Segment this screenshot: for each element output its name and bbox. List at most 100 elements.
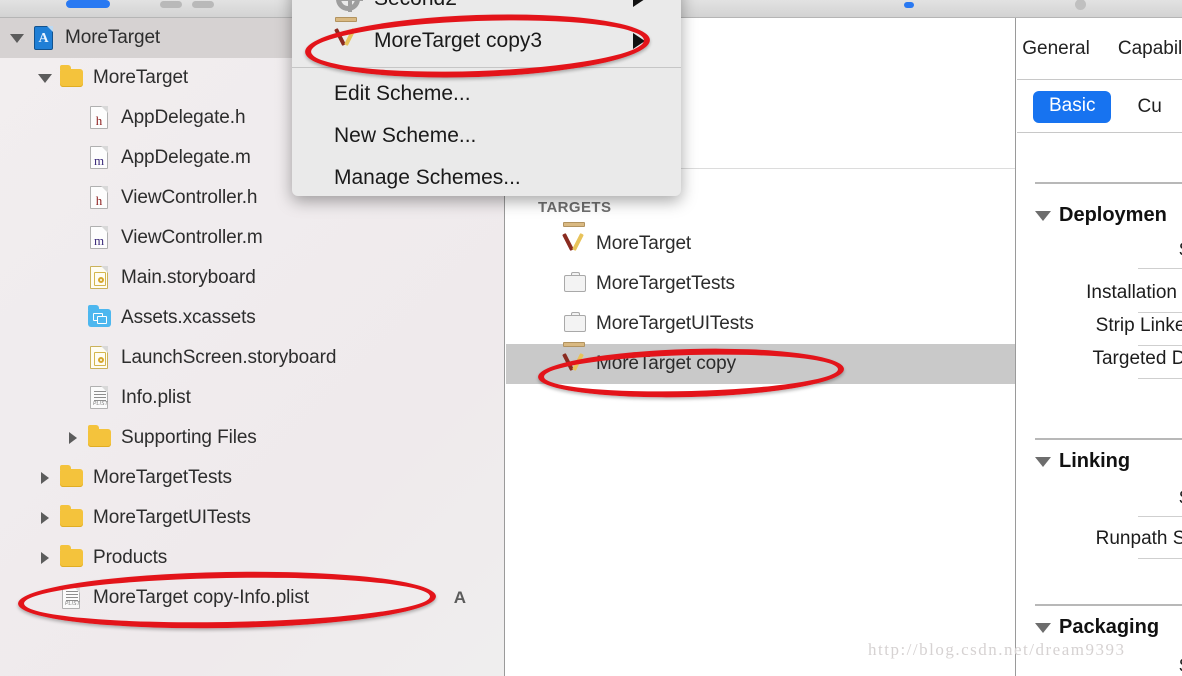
- navigator-row[interactable]: PLIST Info.plist: [0, 378, 504, 418]
- build-settings-filter-bar[interactable]: Basic Cu: [1017, 81, 1182, 133]
- section-title-label: Deploymen: [1059, 204, 1167, 226]
- scheme-chip[interactable]: [192, 1, 214, 8]
- navigator-row-label: Assets.xcassets: [121, 307, 256, 328]
- scheme-menu-action-label: Manage Schemes...: [334, 166, 521, 189]
- navigator-row[interactable]: Products: [0, 538, 504, 578]
- navigator-row-label: MoreTarget copy-Info.plist: [93, 587, 309, 608]
- disclosure-triangle-open-icon[interactable]: [10, 33, 24, 43]
- menu-divider: [292, 67, 681, 68]
- target-row-label: MoreTargetUITests: [596, 313, 754, 334]
- target-row[interactable]: MoreTarget copy: [506, 342, 1015, 384]
- navigator-row[interactable]: MoreTargetTests: [0, 458, 504, 498]
- scheme-dropdown-menu[interactable]: Second2 MoreTarget copy3 Edit Scheme... Ne…: [292, 0, 681, 196]
- disclosure-triangle-icon[interactable]: [1035, 456, 1051, 467]
- target-tool-icon: [334, 17, 364, 55]
- disclosure-triangle-closed-icon[interactable]: [69, 432, 77, 444]
- navigator-row-label: MoreTargetUITests: [93, 507, 251, 528]
- section-linking-title[interactable]: Linking: [1035, 450, 1130, 473]
- storyboard-file-icon: [86, 264, 112, 292]
- scheme-menu-item[interactable]: MoreTarget copy3: [292, 17, 681, 62]
- navigator-row-label: AppDelegate.h: [121, 107, 246, 128]
- field-targeted-device-label: Targeted De: [1092, 348, 1182, 369]
- scheme-menu-item-label: Second2: [374, 0, 457, 11]
- scheme-menu-action[interactable]: Edit Scheme...: [292, 73, 681, 115]
- stop-button[interactable]: [160, 1, 182, 8]
- editor-tabbar[interactable]: General Capabiliti: [1017, 18, 1182, 80]
- target-tool-icon: [562, 222, 588, 258]
- target-row[interactable]: MoreTargetTests: [506, 264, 1015, 304]
- navigator-row-label: LaunchScreen.storyboard: [121, 347, 337, 368]
- disclosure-triangle-closed-icon[interactable]: [41, 472, 49, 484]
- objc-file-icon: m: [86, 224, 112, 252]
- xcode-project-icon: A: [30, 24, 56, 52]
- inspector-toggle[interactable]: [1075, 0, 1086, 10]
- submenu-arrow-icon[interactable]: [633, 33, 645, 49]
- navigator-row-label: AppDelegate.m: [121, 147, 251, 168]
- scheme-menu-item-label: MoreTarget copy3: [374, 29, 543, 52]
- disclosure-triangle-open-icon[interactable]: [38, 73, 52, 83]
- target-row[interactable]: MoreTargetUITests: [506, 304, 1015, 344]
- target-tool-icon: [562, 342, 588, 378]
- submenu-arrow-icon[interactable]: [633, 0, 645, 7]
- run-button[interactable]: [66, 0, 110, 8]
- watermark: http://blog.csdn.net/dream9393: [868, 640, 1126, 659]
- section-title-label: Packaging: [1059, 616, 1160, 638]
- scheme-menu-action[interactable]: Manage Schemes...: [292, 157, 681, 196]
- status-badge: A: [453, 588, 466, 607]
- navigator-row[interactable]: LaunchScreen.storyboard: [0, 338, 504, 378]
- header-file-icon: h: [86, 184, 112, 212]
- folder-icon: [86, 424, 112, 452]
- storyboard-file-icon: [86, 344, 112, 372]
- plist-file-icon: PLIST: [86, 384, 112, 412]
- navigator-row[interactable]: MoreTargetUITests: [0, 498, 504, 538]
- navigator-row-label: ViewController.h: [121, 187, 258, 208]
- navigator-row-label: Supporting Files: [121, 427, 257, 448]
- navigator-row[interactable]: Assets.xcassets: [0, 298, 504, 338]
- navigator-row[interactable]: PLIST MoreTarget copy-Info.plist A: [0, 578, 504, 618]
- navigator-row-label: MoreTarget: [93, 67, 189, 88]
- target-row-label: MoreTarget copy: [596, 353, 737, 374]
- section-deployment-title[interactable]: Deploymen: [1035, 204, 1167, 227]
- folder-icon: [58, 464, 84, 492]
- navigator-row[interactable]: Main.storyboard: [0, 258, 504, 298]
- test-bundle-icon: [562, 310, 588, 338]
- disclosure-triangle-icon[interactable]: [1035, 210, 1051, 221]
- segment-customized[interactable]: Cu: [1137, 96, 1161, 118]
- xcode-window: A MoreTarget MoreTarget h AppDelegate.h m AppD…: [0, 0, 1182, 676]
- navigator-row-label: Info.plist: [121, 387, 191, 408]
- section-divider: [1035, 438, 1182, 440]
- tab-capabilities[interactable]: Capabiliti: [1118, 38, 1182, 60]
- navigator-toggle[interactable]: [904, 2, 914, 8]
- folder-icon: [58, 544, 84, 572]
- assets-catalog-icon: [86, 304, 112, 332]
- disclosure-triangle-closed-icon[interactable]: [41, 512, 49, 524]
- navigator-row-label: Main.storyboard: [121, 267, 256, 288]
- navigator-row-label: MoreTargetTests: [93, 467, 232, 488]
- scheme-menu-action-label: Edit Scheme...: [334, 82, 471, 105]
- section-divider: [1035, 182, 1182, 184]
- navigator-row[interactable]: m ViewController.m: [0, 218, 504, 258]
- section-divider: [1035, 604, 1182, 606]
- field-installation-directory-label: Installation D: [1086, 282, 1182, 303]
- field-runpath-search-paths-label: Runpath Se: [1095, 528, 1182, 549]
- section-title-label: Linking: [1059, 450, 1131, 472]
- tab-general[interactable]: General: [1022, 38, 1090, 60]
- header-file-icon: h: [86, 104, 112, 132]
- disclosure-triangle-icon[interactable]: [1035, 622, 1051, 633]
- scheme-menu-action[interactable]: New Scheme...: [292, 115, 681, 157]
- objc-file-icon: m: [86, 144, 112, 172]
- segment-basic[interactable]: Basic: [1033, 90, 1112, 123]
- test-bundle-icon: [562, 270, 588, 298]
- field-strip-linked-label: Strip Linked: [1095, 315, 1182, 336]
- gear-icon: [334, 0, 364, 13]
- navigator-row[interactable]: Supporting Files: [0, 418, 504, 458]
- folder-icon: [58, 504, 84, 532]
- target-row[interactable]: MoreTarget: [506, 222, 1015, 264]
- scheme-menu-action-label: New Scheme...: [334, 124, 477, 147]
- plist-file-icon: PLIST: [58, 584, 84, 612]
- navigator-row-label: Products: [93, 547, 168, 568]
- disclosure-triangle-closed-icon[interactable]: [41, 552, 49, 564]
- target-general-pane: General Capabiliti Basic Cu Deploymen $ …: [1017, 18, 1182, 676]
- folder-icon: [58, 64, 84, 92]
- section-packaging-title[interactable]: Packaging: [1035, 616, 1159, 639]
